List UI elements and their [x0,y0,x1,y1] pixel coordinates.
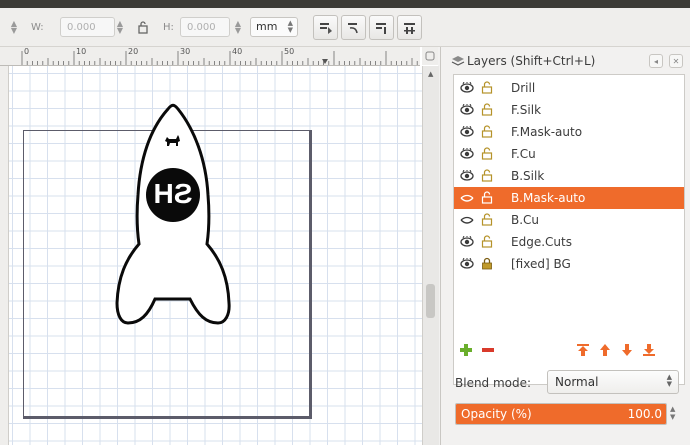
opacity-value: 100.0 [627,407,662,421]
transform-gradient-button[interactable] [369,15,394,40]
layer-row[interactable]: B.Cu [454,209,684,231]
lock-closed-icon[interactable] [481,257,493,273]
layer-row[interactable]: B.Mask-auto [454,187,684,209]
layer-name: B.Silk [511,169,545,183]
layer-row[interactable]: F.Cu [454,143,684,165]
blend-mode-label: Blend mode: [455,376,532,390]
height-stepper[interactable]: ▲ ▼ [234,20,242,35]
lock-open-icon[interactable] [481,81,493,97]
layers-icon [451,56,465,66]
eye-open-icon[interactable] [460,257,474,273]
x-stepper[interactable]: ▲ ▼ [10,20,18,35]
transform-stroke-icon [320,23,332,34]
tool-controls-bar: ▲ ▼ W: 0.000 ▲ ▼ H: 0.000 ▲ ▼ mm ▲ ▼ [0,8,690,47]
unit-dropdown-icon: ▲ ▼ [287,19,293,34]
plus-icon[interactable] [459,343,473,357]
lock-open-icon[interactable] [481,169,493,185]
blend-mode-value: Normal [555,375,599,389]
layer-name: F.Mask-auto [511,125,583,139]
layers-title-text: Layers (Shift+Ctrl+L) [467,54,596,68]
transform-stroke-button[interactable] [313,15,338,40]
transform-gradient-icon [376,23,386,34]
lock-open-icon[interactable] [481,125,493,141]
layers-list[interactable]: Drill F.Silk F.Mask-auto F.Cu B.Silk B.Mask-a… [453,74,685,385]
h-label: H: [163,22,174,33]
scroll-thumb[interactable] [426,284,435,318]
layer-name: Drill [511,81,536,95]
lock-open-icon[interactable] [481,191,493,207]
layer-row[interactable]: F.Mask-auto [454,121,684,143]
minus-icon[interactable] [481,343,495,357]
width-stepper[interactable]: ▲ ▼ [116,20,124,35]
canvas-area[interactable]: 0 10 20 30 40 50 SH ▲ [0,47,439,445]
eye-open-icon[interactable] [460,125,474,141]
width-field[interactable]: 0.000 [60,17,115,37]
arrow-up-icon[interactable] [598,343,612,357]
blend-mode-select[interactable]: Normal ▲ ▼ [547,370,679,394]
eye-closed-icon[interactable] [460,214,474,229]
lock-ratio-icon[interactable] [137,20,149,37]
transform-pattern-icon [404,23,415,34]
layer-name: B.Mask-auto [511,191,586,205]
eye-open-icon[interactable] [460,103,474,119]
layer-row[interactable]: B.Silk [454,165,684,187]
snap-toggle-icon[interactable] [422,47,438,65]
opacity-stepper[interactable]: ▲ ▼ [670,405,675,421]
lock-open-icon[interactable] [481,235,493,251]
layer-name: B.Cu [511,213,540,227]
transform-corners-icon [348,23,358,34]
eye-open-icon[interactable] [460,169,474,185]
arrow-down-icon[interactable] [620,343,634,357]
layers-panel-title: Layers (Shift+Ctrl+L) [451,54,595,68]
transform-pattern-button[interactable] [397,15,422,40]
eye-open-icon[interactable] [460,81,474,97]
eye-open-icon[interactable] [460,235,474,251]
opacity-label: Opacity (%) [461,407,532,421]
layer-name: Edge.Cuts [511,235,572,249]
panel-close-icon[interactable]: ✕ [669,54,683,68]
scroll-up-icon[interactable]: ▲ [428,70,433,78]
eye-closed-icon[interactable] [460,192,474,207]
blend-dropdown-icon: ▲ ▼ [666,373,672,388]
layers-panel: Layers (Shift+Ctrl+L) ◂ ✕ Drill F.Silk F.M… [440,47,690,445]
layer-name: F.Cu [511,147,536,161]
lock-open-icon[interactable] [481,103,493,119]
unit-value: mm [256,20,278,33]
layer-name: [fixed] BG [511,257,571,271]
lock-open-icon[interactable] [481,213,493,229]
layer-row[interactable]: [fixed] BG [454,253,684,275]
layer-row[interactable]: Edge.Cuts [454,231,684,253]
logo-text: SH [154,178,193,209]
opacity-slider[interactable]: Opacity (%) 100.0 [455,403,667,425]
lock-open-icon[interactable] [481,147,493,163]
layer-row[interactable]: Drill [454,77,684,99]
height-field[interactable]: 0.000 [180,17,230,37]
arrow-bottom-icon[interactable] [642,343,656,357]
arrow-top-icon[interactable] [576,343,590,357]
eye-open-icon[interactable] [460,147,474,163]
layer-name: F.Silk [511,103,542,117]
rocket-drawing[interactable]: SH [0,47,420,445]
window-top-bar [0,0,690,8]
unit-select[interactable]: mm ▲ ▼ [250,17,298,37]
layer-row[interactable]: F.Silk [454,99,684,121]
transform-corners-button[interactable] [341,15,366,40]
vertical-scrollbar[interactable]: ▲ [422,66,439,445]
panel-iconify-icon[interactable]: ◂ [649,54,663,68]
w-label: W: [31,22,44,33]
